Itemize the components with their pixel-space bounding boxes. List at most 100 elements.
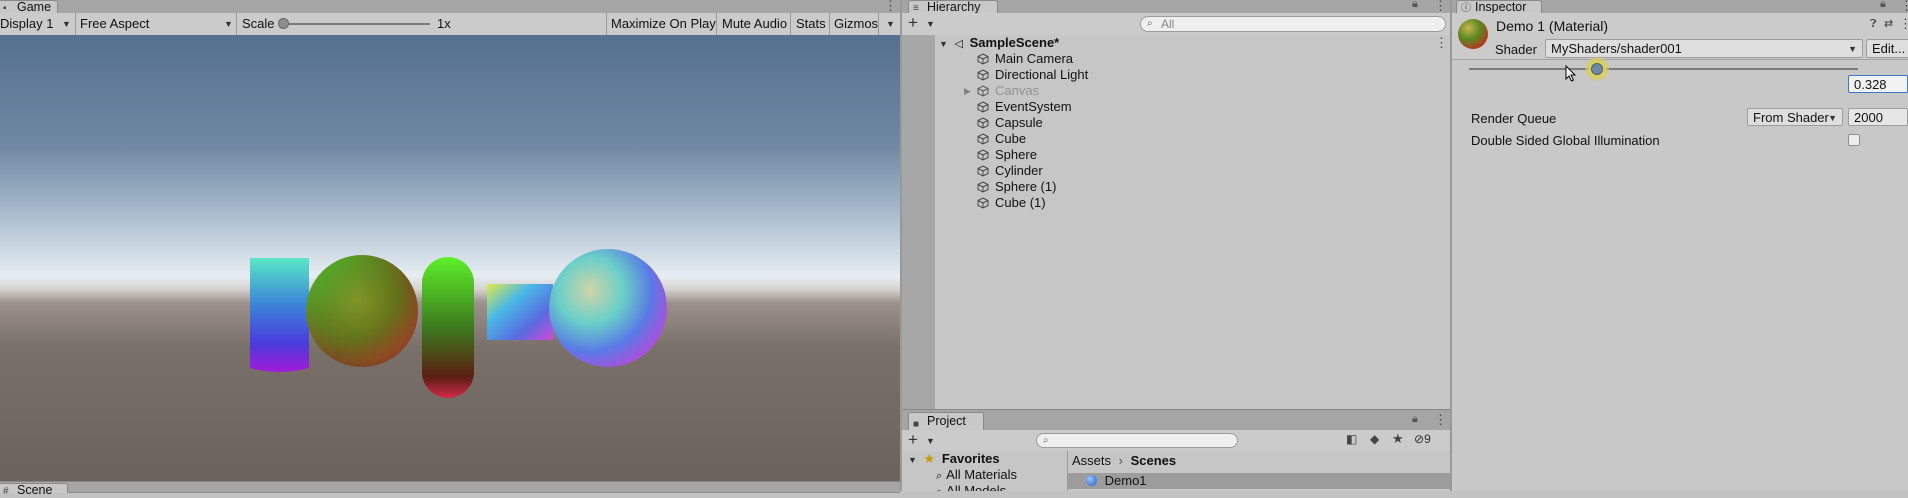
aspect-dropdown[interactable]: Free Aspect ▼: [80, 13, 233, 35]
breadcrumb-separator-icon: ›: [1118, 453, 1123, 468]
hierarchy-item[interactable]: Cylinder: [977, 163, 1043, 179]
breadcrumb-scenes[interactable]: Scenes: [1131, 453, 1177, 468]
add-icon[interactable]: +: [908, 430, 918, 450]
hierarchy-menu-icon[interactable]: ⋮: [1434, 0, 1447, 14]
hierarchy-gutter: [902, 35, 935, 409]
gameobject-cube-icon: [977, 197, 989, 209]
hierarchy-item[interactable]: Sphere: [977, 147, 1037, 163]
scene-menu-icon[interactable]: ⋮: [1435, 35, 1448, 51]
project-menu-icon[interactable]: ⋮: [1434, 412, 1447, 428]
label-tag-icon[interactable]: ◆: [1370, 432, 1379, 446]
help-icon[interactable]: ❓︎: [1870, 18, 1877, 31]
unity-scene-icon: ◁: [954, 38, 964, 50]
render-queue-dropdown[interactable]: From Shader ▼: [1747, 108, 1843, 126]
scene-name: SampleScene*: [969, 35, 1060, 50]
gameobject-cube-icon: [977, 181, 989, 193]
stats-button[interactable]: Stats: [796, 13, 826, 35]
preset-icon[interactable]: ⇄: [1884, 17, 1893, 30]
favorite-star-icon[interactable]: ★: [1392, 431, 1404, 447]
chevron-down-icon: ▼: [62, 19, 71, 29]
inspector-body: Demo 1 (Material) ❓︎ ⇄ ⋮ Shader MyShader…: [1452, 13, 1908, 491]
mute-audio-button[interactable]: Mute Audio: [722, 13, 787, 35]
hierarchy-item[interactable]: Main Camera: [977, 51, 1073, 67]
asset-row-selected[interactable]: Demo1: [1068, 473, 1450, 489]
tab-hierarchy[interactable]: ≡ Hierarchy: [908, 0, 998, 14]
expand-arrow-icon[interactable]: ▶: [964, 83, 971, 99]
render-queue-input[interactable]: 2000: [1848, 108, 1908, 126]
gameobject-cube-icon: [977, 69, 989, 81]
inspector-menu-icon[interactable]: ⋮: [1900, 0, 1908, 14]
hierarchy-item[interactable]: ▶ Canvas: [964, 83, 1039, 99]
project-search-input[interactable]: ⌕: [1036, 433, 1238, 448]
project-tabstrip: [902, 409, 1450, 431]
tab-scene[interactable]: # Scene: [0, 483, 68, 497]
gameobject-cube-icon: [977, 101, 989, 113]
chevron-down-icon: ▼: [1828, 113, 1837, 123]
add-icon[interactable]: +: [908, 13, 918, 33]
property-slider[interactable]: [1469, 57, 1858, 83]
cylinder-object: [250, 258, 309, 372]
material-sphere-icon: [1086, 475, 1097, 486]
render-queue-value: 2000: [1854, 110, 1883, 125]
chevron-down-icon: ▼: [886, 19, 895, 29]
asset-label: Demo1: [1104, 473, 1147, 488]
hierarchy-item-label: Cylinder: [995, 163, 1043, 178]
gameobject-cube-icon: [977, 117, 989, 129]
game-viewport[interactable]: [0, 35, 900, 481]
property-value-input[interactable]: 0.328: [1848, 75, 1908, 93]
gizmos-button[interactable]: Gizmos ▼: [834, 13, 895, 35]
hierarchy-item[interactable]: Capsule: [977, 115, 1043, 131]
chevron-down-icon[interactable]: ▼: [926, 19, 935, 29]
divider: [716, 13, 717, 35]
expand-arrow-icon[interactable]: ▼: [908, 455, 917, 465]
favorite-item[interactable]: ⌕ All Models: [936, 483, 1006, 491]
hierarchy-item[interactable]: Directional Light: [977, 67, 1088, 83]
scale-slider[interactable]: [278, 13, 430, 35]
hierarchy-item[interactable]: Cube: [977, 131, 1026, 147]
tab-inspector[interactable]: ⓘ Inspector: [1456, 0, 1542, 14]
lock-icon[interactable]: 🔒︎: [1412, 0, 1418, 11]
scale-label: Scale: [242, 16, 275, 31]
shader-edit-button[interactable]: Edit...: [1866, 39, 1908, 58]
hidden-packages-toggle[interactable]: ⊘9: [1414, 432, 1431, 446]
search-icon: ⌕: [1043, 435, 1049, 446]
hierarchy-tree: ▼ ◁ SampleScene* ⋮ Main Camera Directiona…: [935, 35, 1450, 409]
scene-tabstrip: [0, 481, 900, 493]
hierarchy-item[interactable]: Cube (1): [977, 195, 1046, 211]
property-slider-thumb[interactable]: [1584, 57, 1609, 81]
lock-icon[interactable]: 🔒︎: [1412, 413, 1418, 426]
chevron-down-icon[interactable]: ▼: [926, 436, 935, 446]
breadcrumb-assets[interactable]: Assets: [1072, 453, 1111, 468]
favorites-label: Favorites: [941, 451, 1000, 466]
scene-root-row[interactable]: ▼ ◁ SampleScene*: [939, 35, 1059, 51]
hierarchy-item[interactable]: Sphere (1): [977, 179, 1056, 195]
search-by-type-icon[interactable]: ◧: [1346, 432, 1357, 446]
chevron-down-icon: ▼: [224, 19, 233, 29]
scale-slider-thumb[interactable]: [278, 18, 289, 29]
double-sided-gi-checkbox[interactable]: [1848, 134, 1860, 146]
component-menu-icon[interactable]: ⋮: [1899, 16, 1908, 32]
tab-game[interactable]: ▪ Game: [0, 0, 58, 14]
tab-game-label: Game: [17, 0, 52, 14]
breadcrumb: Assets › Scenes: [1072, 453, 1176, 469]
divider: [236, 13, 237, 35]
favorites-row[interactable]: ▼ ★ Favorites: [908, 451, 1000, 467]
property-value: 0.328: [1854, 77, 1887, 92]
tab-scene-label: Scene: [17, 483, 53, 497]
game-tabstrip: [0, 0, 900, 14]
hierarchy-search-input[interactable]: ⌕ All: [1140, 16, 1446, 32]
lock-icon[interactable]: 🔒︎: [1880, 0, 1886, 11]
game-menu-icon[interactable]: ⋮: [884, 0, 897, 14]
tab-project[interactable]: ■ Project: [908, 412, 984, 430]
shader-dropdown[interactable]: MyShaders/shader001 ▼: [1545, 39, 1863, 58]
chevron-down-icon: ▼: [1848, 44, 1857, 54]
expand-arrow-icon[interactable]: ▼: [939, 39, 948, 49]
divider: [878, 13, 879, 35]
hierarchy-item[interactable]: EventSystem: [977, 99, 1072, 115]
favorite-label: All Models: [946, 483, 1007, 491]
maximize-on-play-button[interactable]: Maximize On Play: [611, 13, 716, 35]
divider: [790, 13, 791, 35]
gameobject-cube-icon: [977, 149, 989, 161]
favorite-item[interactable]: ⌕ All Materials: [936, 467, 1017, 483]
display-dropdown[interactable]: Display 1 ▼: [0, 13, 74, 35]
